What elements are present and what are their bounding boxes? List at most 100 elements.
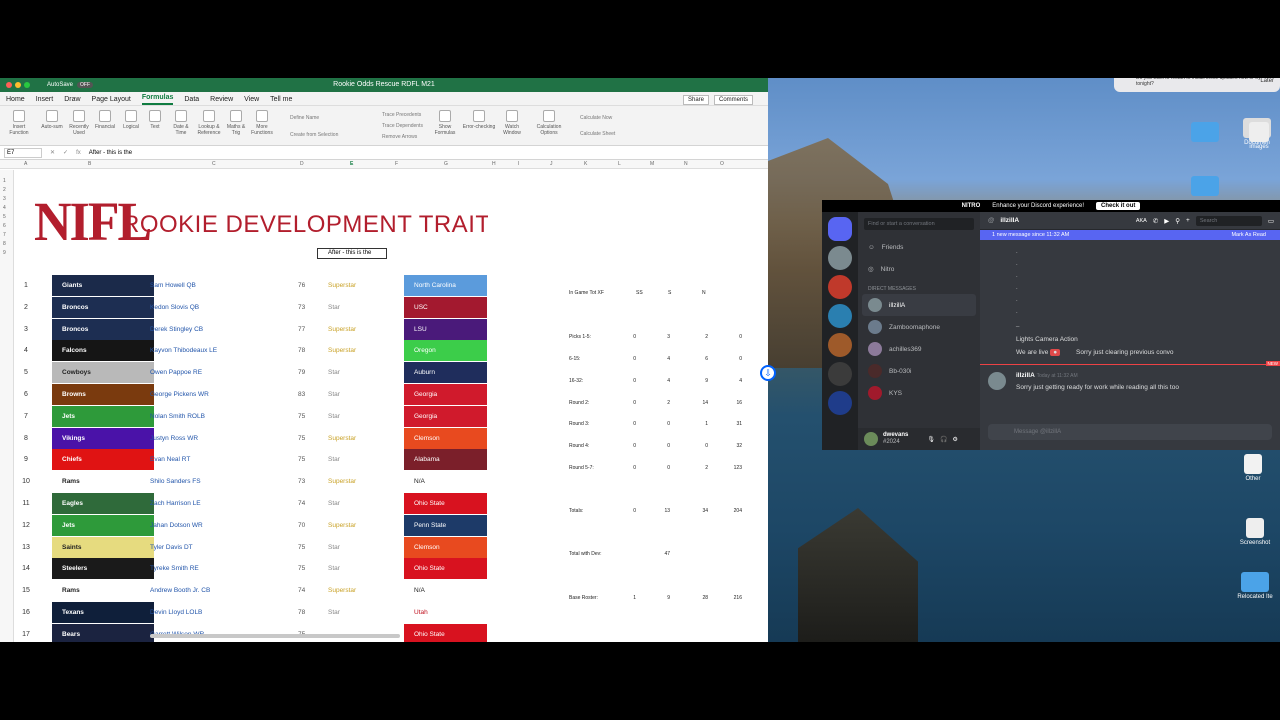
team-cell[interactable]: Broncos — [52, 318, 154, 340]
row-header[interactable]: 1 — [3, 178, 6, 184]
tell-me-search[interactable]: Tell me — [270, 96, 292, 105]
row-header[interactable]: 9 — [3, 250, 6, 256]
stats-value[interactable]: 0 — [660, 465, 670, 471]
desktop-icon-relocated-items[interactable]: Relocated Ite — [1230, 572, 1280, 600]
overall-cell[interactable]: 75 — [298, 435, 305, 442]
trait-cell[interactable]: Superstar — [328, 347, 356, 354]
overall-cell[interactable]: 70 — [298, 522, 305, 529]
folder-icon[interactable] — [1182, 122, 1228, 144]
player-cell[interactable]: Nolan Smith ROLB — [150, 413, 205, 420]
tab-view[interactable]: View — [244, 96, 259, 105]
trait-cell[interactable]: Star — [328, 544, 340, 551]
discord-home-icon[interactable] — [828, 217, 852, 241]
college-cell[interactable]: Ohio State — [404, 558, 487, 580]
date-time-button[interactable]: Date & Time — [168, 110, 194, 136]
trace-precedents-button[interactable]: Trace Precedents — [382, 112, 421, 118]
stats-header[interactable]: SS — [636, 290, 643, 296]
column-header[interactable]: H — [492, 161, 496, 167]
pick-number[interactable]: 7 — [14, 413, 38, 420]
stats-value[interactable]: 2 — [698, 334, 708, 340]
stats-value[interactable]: 3 — [660, 334, 670, 340]
stats-value[interactable]: 2 — [660, 400, 670, 406]
trait-cell[interactable]: Star — [328, 391, 340, 398]
team-cell[interactable]: Texans — [52, 602, 154, 623]
team-cell[interactable]: Cowboys — [52, 362, 154, 384]
stats-label[interactable]: Total with Dev: — [569, 551, 602, 557]
inbox-icon[interactable]: ▭ — [1268, 217, 1274, 225]
trait-cell[interactable]: Superstar — [328, 478, 356, 485]
stats-value[interactable]: 4 — [732, 378, 742, 384]
stats-value[interactable]: 0 — [626, 334, 636, 340]
row-header[interactable]: 5 — [3, 214, 6, 220]
stats-value[interactable]: 0 — [626, 508, 636, 514]
column-header[interactable]: N — [684, 161, 688, 167]
trait-cell[interactable]: Superstar — [328, 587, 356, 594]
lookup-reference-button[interactable]: Lookup & Reference — [194, 110, 224, 136]
pick-number[interactable]: 17 — [14, 631, 38, 638]
column-header[interactable]: K — [584, 161, 587, 167]
player-cell[interactable]: Kayvon Thibodeaux LE — [150, 347, 217, 354]
team-cell[interactable]: Falcons — [52, 340, 154, 362]
stats-value[interactable]: 0 — [660, 443, 670, 449]
row-header[interactable]: 8 — [3, 241, 6, 247]
stats-value[interactable]: 123 — [732, 465, 742, 471]
comments-button[interactable]: Comments — [713, 95, 753, 105]
player-cell[interactable]: Sam Howell QB — [150, 282, 196, 289]
stats-value[interactable]: 0 — [660, 421, 670, 427]
check-it-out-button[interactable]: Check it out — [1096, 202, 1141, 210]
watch-window-button[interactable]: Watch Window — [500, 110, 524, 136]
stats-label[interactable]: 6-15: — [569, 356, 580, 362]
trait-cell[interactable]: Star — [328, 609, 340, 616]
message-input[interactable]: Message @illzillA — [988, 424, 1272, 440]
tab-insert[interactable]: Insert — [36, 96, 54, 105]
stats-value[interactable]: 1 — [698, 421, 708, 427]
column-header[interactable]: O — [720, 161, 724, 167]
stats-label[interactable]: Totals: — [569, 508, 583, 514]
team-cell[interactable]: Saints — [52, 536, 154, 558]
overall-cell[interactable]: 78 — [298, 609, 305, 616]
fx-icon[interactable]: fx — [76, 150, 81, 156]
pick-number[interactable]: 16 — [14, 609, 38, 616]
avatar[interactable] — [988, 372, 1006, 390]
trait-cell[interactable]: Star — [328, 369, 340, 376]
cancel-icon[interactable]: ✕ — [50, 149, 55, 156]
trace-dependents-button[interactable]: Trace Dependents — [382, 123, 423, 129]
trait-cell[interactable]: Star — [328, 565, 340, 572]
stats-value[interactable]: 9 — [698, 378, 708, 384]
college-cell[interactable]: Alabama — [404, 449, 487, 471]
stats-value[interactable]: 28 — [698, 595, 708, 601]
row-header[interactable]: 6 — [3, 223, 6, 229]
team-cell[interactable]: Vikings — [52, 427, 154, 449]
calculation-options-button[interactable]: Calculation Options — [534, 110, 564, 136]
desktop-icon-images-thumb[interactable]: images — [1244, 122, 1274, 150]
stats-label[interactable]: Round 2: — [569, 400, 589, 406]
settings-gear-icon[interactable]: ⚙ — [952, 436, 957, 443]
player-cell[interactable]: Owen Pappoe RE — [150, 369, 202, 376]
financial-button[interactable]: Financial — [92, 110, 118, 130]
dm-item-bb-030i[interactable]: Bb-030i — [858, 360, 980, 382]
dm-item-zamboomaphone[interactable]: Zamboomaphone — [858, 316, 980, 338]
column-header[interactable]: D — [300, 161, 304, 167]
share-button[interactable]: Share — [682, 95, 709, 105]
player-cell[interactable]: Tyler Davis DT — [150, 544, 193, 551]
show-formulas-button[interactable]: Show Formulas — [432, 110, 458, 136]
overall-cell[interactable]: 75 — [298, 456, 305, 463]
pick-number[interactable]: 1 — [14, 282, 38, 289]
college-cell[interactable]: N/A — [404, 471, 487, 493]
overall-cell[interactable]: 75 — [298, 544, 305, 551]
nitro-link[interactable]: ◎ Nitro — [858, 258, 980, 280]
overall-cell[interactable]: 74 — [298, 587, 305, 594]
college-cell[interactable]: Utah — [404, 602, 487, 623]
player-cell[interactable]: Kedon Slovis QB — [150, 304, 199, 311]
stats-value[interactable]: 0 — [626, 400, 636, 406]
stats-value[interactable]: 216 — [732, 595, 742, 601]
stats-value[interactable]: 0 — [732, 334, 742, 340]
video-icon[interactable]: ▶ — [1164, 217, 1169, 225]
dm-item-illzilla[interactable]: illzillA — [862, 294, 976, 316]
overall-cell[interactable]: 74 — [298, 500, 305, 507]
stats-value[interactable]: 1 — [626, 595, 636, 601]
stats-label[interactable]: Round 4: — [569, 443, 589, 449]
pick-number[interactable]: 3 — [14, 326, 38, 333]
calculate-now-button[interactable]: Calculate Now — [580, 115, 612, 121]
row-header[interactable]: 3 — [3, 196, 6, 202]
